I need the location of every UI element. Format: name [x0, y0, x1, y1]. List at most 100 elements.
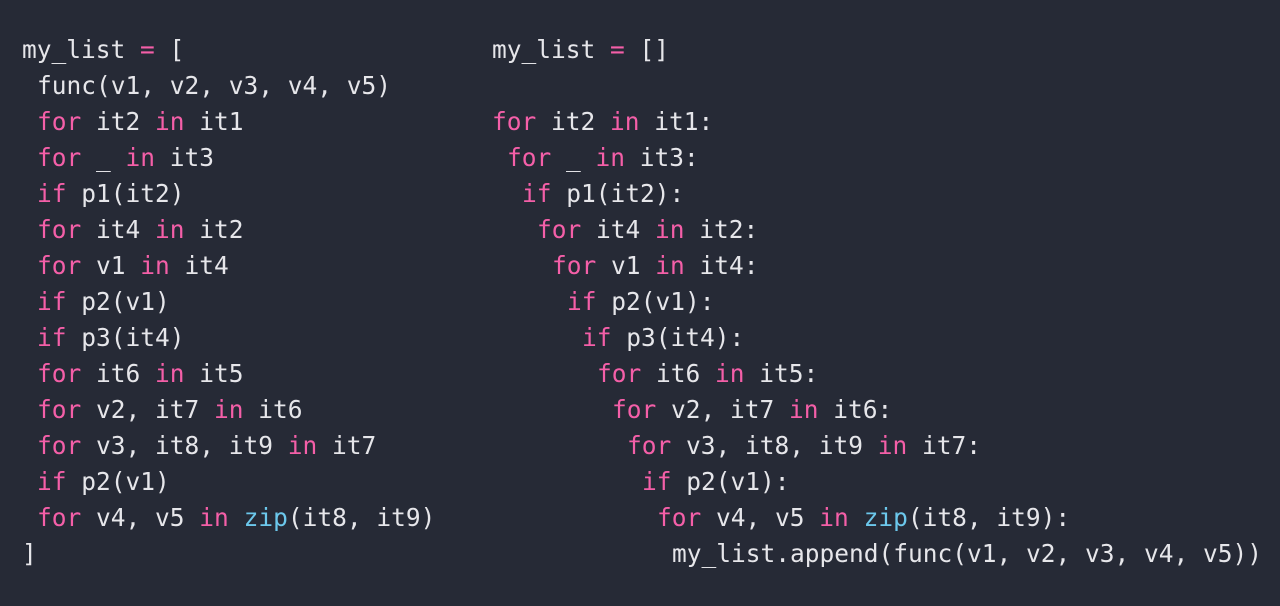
code-keyword: in — [715, 359, 745, 388]
code-builtin: zip — [863, 503, 908, 532]
code-keyword: for — [37, 359, 82, 388]
code-text: it4 — [581, 215, 656, 244]
code-line: ] — [22, 536, 462, 572]
code-line: for v3, it8, it9 in it7: — [492, 428, 1272, 464]
code-line: for v1 in it4 — [22, 248, 462, 284]
code-keyword: if — [37, 287, 67, 316]
code-keyword: in — [655, 215, 685, 244]
code-keyword: in — [610, 107, 640, 136]
code-builtin: zip — [243, 503, 288, 532]
code-text: it4 — [169, 251, 229, 280]
code-text: _ — [551, 143, 596, 172]
code-line: for it4 in it2: — [492, 212, 1272, 248]
code-keyword: for — [492, 107, 537, 136]
code-text: my_list — [22, 35, 141, 64]
code-keyword: if — [522, 179, 552, 208]
code-text: p2(v1): — [596, 287, 715, 316]
code-keyword: for — [37, 395, 82, 424]
code-line: my_list = [] — [492, 32, 1272, 68]
code-text: func(v1, v2, v3, v4, v5) — [37, 71, 392, 100]
code-text: v3, it8, it9 — [671, 431, 878, 460]
code-line: for it6 in it5 — [22, 356, 462, 392]
code-text: it6: — [818, 395, 893, 424]
code-text: it2 — [536, 107, 611, 136]
code-line: my_list = [ — [22, 32, 462, 68]
code-text: p3(it4) — [66, 323, 185, 352]
code-keyword: for — [612, 395, 657, 424]
code-line: if p2(v1): — [492, 284, 1272, 320]
code-line: for v2, it7 in it6: — [492, 392, 1272, 428]
code-text: p2(v1): — [671, 467, 790, 496]
code-line: for _ in it3: — [492, 140, 1272, 176]
code-keyword: for — [37, 215, 82, 244]
code-line: for v4, v5 in zip(it8, it9): — [492, 500, 1272, 536]
code-text: it7 — [317, 431, 377, 460]
code-line: for v4, v5 in zip(it8, it9) — [22, 500, 462, 536]
code-text: v4, v5 — [81, 503, 200, 532]
code-text: it1 — [184, 107, 244, 136]
code-text: it1: — [639, 107, 714, 136]
code-keyword: in — [140, 251, 170, 280]
code-line: if p1(it2): — [492, 176, 1272, 212]
code-text: my_list — [492, 35, 611, 64]
code-line: for v2, it7 in it6 — [22, 392, 462, 428]
code-text: v2, it7 — [656, 395, 790, 424]
code-keyword: in — [155, 215, 185, 244]
left-code-block: my_list = [ func(v1, v2, v3, v4, v5) for i… — [22, 32, 462, 572]
code-text: it7: — [907, 431, 982, 460]
code-keyword: if — [37, 323, 67, 352]
code-keyword: in — [595, 143, 626, 172]
code-line: my_list.append(func(v1, v2, v3, v4, v5)) — [492, 536, 1272, 572]
code-text: v4, v5 — [701, 503, 820, 532]
code-keyword: for — [37, 251, 82, 280]
code-text: my_list.append(func(v1, v2, v3, v4, v5)) — [672, 539, 1263, 568]
code-line: for v3, it8, it9 in it7 — [22, 428, 462, 464]
code-line: func(v1, v2, v3, v4, v5) — [22, 68, 462, 104]
code-keyword: in — [789, 395, 819, 424]
code-keyword: for — [597, 359, 642, 388]
code-keyword: if — [37, 467, 67, 496]
code-line: for it2 in it1: — [492, 104, 1272, 140]
code-text: p3(it4): — [611, 323, 745, 352]
code-text: v3, it8, it9 — [81, 431, 288, 460]
code-text: p1(it2): — [551, 179, 685, 208]
code-keyword: if — [567, 287, 597, 316]
code-text: it6 — [243, 395, 303, 424]
code-line: if p3(it4) — [22, 320, 462, 356]
code-text: p2(v1) — [66, 467, 170, 496]
code-text: (it8, it9): — [907, 503, 1071, 532]
code-keyword: for — [537, 215, 582, 244]
code-keyword: in — [877, 431, 908, 460]
code-keyword: for — [37, 431, 82, 460]
code-text: v2, it7 — [81, 395, 215, 424]
code-keyword: for — [627, 431, 672, 460]
code-keyword: in — [125, 143, 156, 172]
code-keyword: in — [819, 503, 849, 532]
code-keyword: = — [610, 35, 625, 64]
code-text: it2 — [184, 215, 244, 244]
code-text: it3: — [625, 143, 699, 172]
code-keyword: for — [37, 143, 82, 172]
code-keyword: for — [552, 251, 597, 280]
code-text: (it8, it9) — [287, 503, 436, 532]
code-keyword: if — [37, 179, 67, 208]
code-keyword: in — [199, 503, 229, 532]
code-text: it3 — [155, 143, 215, 172]
code-text: v1 — [596, 251, 656, 280]
code-text: it5 — [184, 359, 244, 388]
code-text: [] — [624, 35, 670, 64]
code-text: p2(v1) — [66, 287, 170, 316]
code-keyword: for — [507, 143, 552, 172]
code-text: it2 — [81, 107, 156, 136]
right-code-block: my_list = [] for it2 in it1: for _ in it3… — [492, 32, 1272, 572]
code-keyword: for — [657, 503, 702, 532]
code-line: for it4 in it2 — [22, 212, 462, 248]
code-text: ] — [22, 539, 37, 568]
code-text: v1 — [81, 251, 141, 280]
code-text: it6 — [81, 359, 156, 388]
code-keyword: in — [287, 431, 318, 460]
code-keyword: if — [582, 323, 612, 352]
code-line: for _ in it3 — [22, 140, 462, 176]
